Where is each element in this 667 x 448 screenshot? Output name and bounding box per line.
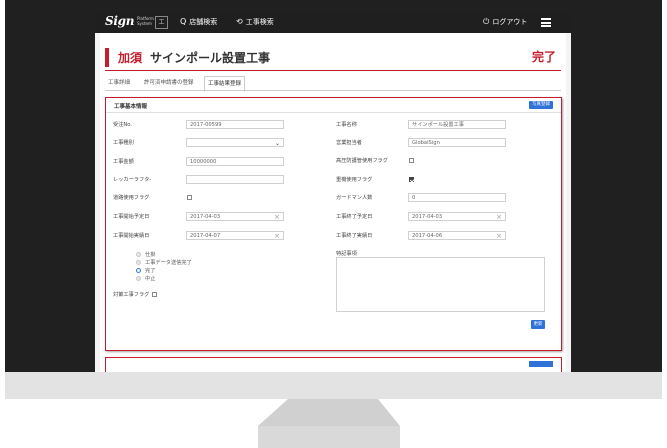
heavy-vehicle-checkbox[interactable]: [409, 177, 414, 182]
status-radio-data-sent[interactable]: [136, 260, 141, 265]
guardman-label: ガードマン人数: [336, 195, 373, 201]
title-accent-bar: [105, 48, 109, 67]
clear-icon[interactable]: ×: [274, 213, 280, 220]
status-radio-in-progress-label: 仕掛: [145, 252, 156, 258]
hv-guard-checkbox[interactable]: [409, 158, 414, 163]
work-info-panel: 工事基本情報 写真登録 受注No. 2017-00599 工事種別 ⌄ 工事金額…: [105, 97, 562, 351]
end-actual-date-input[interactable]: 2017-04-06 ×: [408, 231, 506, 240]
nav-store-search[interactable]: Q 店舗検索: [180, 17, 217, 27]
main-content: 加須 サインポール設置工事 完了 工事詳細 許可済申請書の登録 工事結果登録 工事…: [100, 33, 566, 372]
wrecker-input[interactable]: [186, 175, 284, 184]
tab-work-details[interactable]: 工事詳細: [105, 76, 133, 90]
nav-store-search-label: 店舗検索: [189, 18, 218, 26]
status-radio-data-sent-label: 工事データ送信完了: [145, 260, 192, 266]
top-navbar: Sign Platform System 工 Q 店舗検索 ⟲ 工事検索 ⏻ ログアウ…: [95, 12, 571, 33]
amount-label: 工事金額: [113, 159, 134, 165]
work-name-input[interactable]: サインポール設置工事: [408, 120, 506, 129]
hv-guard-label: 高圧防護管使用フラグ: [336, 158, 388, 164]
page-header: 加須 サインポール設置工事 完了: [105, 44, 561, 71]
search-icon: Q: [180, 17, 187, 26]
logout-label: ログアウト: [492, 18, 528, 26]
notes-label: 特記事項: [336, 251, 357, 257]
clear-icon[interactable]: ×: [496, 232, 502, 239]
start-actual-label: 工事開始実績日: [113, 233, 150, 239]
photo-register-button[interactable]: 写真登録: [529, 101, 553, 109]
notes-textarea[interactable]: [336, 257, 545, 312]
status-radio-cancelled[interactable]: [136, 276, 141, 281]
end-plan-date-value: 2017-04-03: [412, 214, 443, 220]
history-icon: ⟲: [236, 17, 243, 26]
secondary-panel: [105, 357, 562, 372]
logo[interactable]: Sign: [105, 14, 134, 28]
end-plan-label: 工事終了予定日: [336, 214, 373, 220]
screen: Sign Platform System 工 Q 店舗検索 ⟲ 工事検索 ⏻ ログアウ…: [95, 12, 571, 372]
nav-work-search-label: 工事検索: [245, 18, 274, 26]
road-use-label: 道路使用フラグ: [113, 195, 150, 201]
end-actual-label: 工事終了実績日: [336, 233, 373, 239]
start-plan-date-value: 2017-04-03: [190, 214, 221, 220]
countermeasure-checkbox[interactable]: [152, 292, 157, 297]
status-radio-complete[interactable]: [136, 268, 141, 273]
logout-button[interactable]: ⏻ ログアウト: [483, 17, 527, 27]
countermeasure-label: 対策工事フラグ: [113, 292, 150, 298]
order-no-input[interactable]: 2017-00599: [186, 120, 284, 129]
page-title: 加須 サインポール設置工事: [118, 49, 270, 66]
tab-divider: [105, 90, 561, 91]
guardman-input[interactable]: 0: [408, 193, 506, 202]
nav-work-search[interactable]: ⟲ 工事検索: [236, 17, 274, 27]
chevron-down-icon: ⌄: [274, 140, 280, 147]
start-actual-date-input[interactable]: 2017-04-07 ×: [186, 231, 284, 240]
clear-icon[interactable]: ×: [496, 213, 502, 220]
sales-rep-input[interactable]: GlobalSign: [408, 138, 506, 147]
order-no-label: 受注No.: [113, 122, 132, 128]
wrecker-label: レッカーラフタ-: [113, 177, 152, 183]
logo-mark: 工: [155, 16, 168, 29]
secondary-panel-button[interactable]: [529, 361, 553, 367]
amount-input[interactable]: 10000000: [186, 157, 284, 166]
status-radio-cancelled-label: 中止: [145, 276, 156, 282]
power-icon: ⏻: [483, 17, 490, 26]
heavy-vehicle-label: 重機使用フラグ: [336, 177, 373, 183]
monitor-stand-neck: [0, 399, 667, 426]
clear-icon[interactable]: ×: [274, 232, 280, 239]
page-title-keyword: 加須: [118, 51, 143, 65]
monitor-stand-base: [258, 426, 400, 448]
start-actual-date-value: 2017-04-07: [190, 233, 221, 239]
road-use-checkbox[interactable]: [187, 195, 192, 200]
end-plan-date-input[interactable]: 2017-04-03 ×: [408, 212, 506, 221]
work-type-label: 工事種別: [113, 140, 134, 146]
status-radio-complete-label: 完了: [145, 268, 156, 274]
tab-permit-registration[interactable]: 許可済申請書の登録: [141, 76, 197, 90]
monitor-chin: [5, 372, 662, 399]
logo-subtitle: Platform System: [137, 16, 154, 26]
sales-rep-label: 営業担当者: [336, 140, 362, 146]
work-name-label: 工事名称: [336, 122, 357, 128]
status-label: 完了: [531, 50, 556, 64]
start-plan-date-input[interactable]: 2017-04-03 ×: [186, 212, 284, 221]
start-plan-label: 工事開始予定日: [113, 214, 150, 220]
end-actual-date-value: 2017-04-06: [412, 233, 443, 239]
page-title-text: サインポール設置工事: [150, 51, 271, 65]
panel-title: 工事基本情報: [114, 104, 148, 110]
logo-subtitle-line2: System: [137, 21, 152, 26]
update-button[interactable]: 更新: [531, 320, 545, 329]
status-radio-in-progress[interactable]: [136, 252, 141, 257]
panel-header: 工事基本情報 写真登録: [106, 98, 561, 113]
hamburger-menu-icon[interactable]: [541, 18, 551, 27]
work-type-select[interactable]: ⌄: [186, 138, 284, 147]
